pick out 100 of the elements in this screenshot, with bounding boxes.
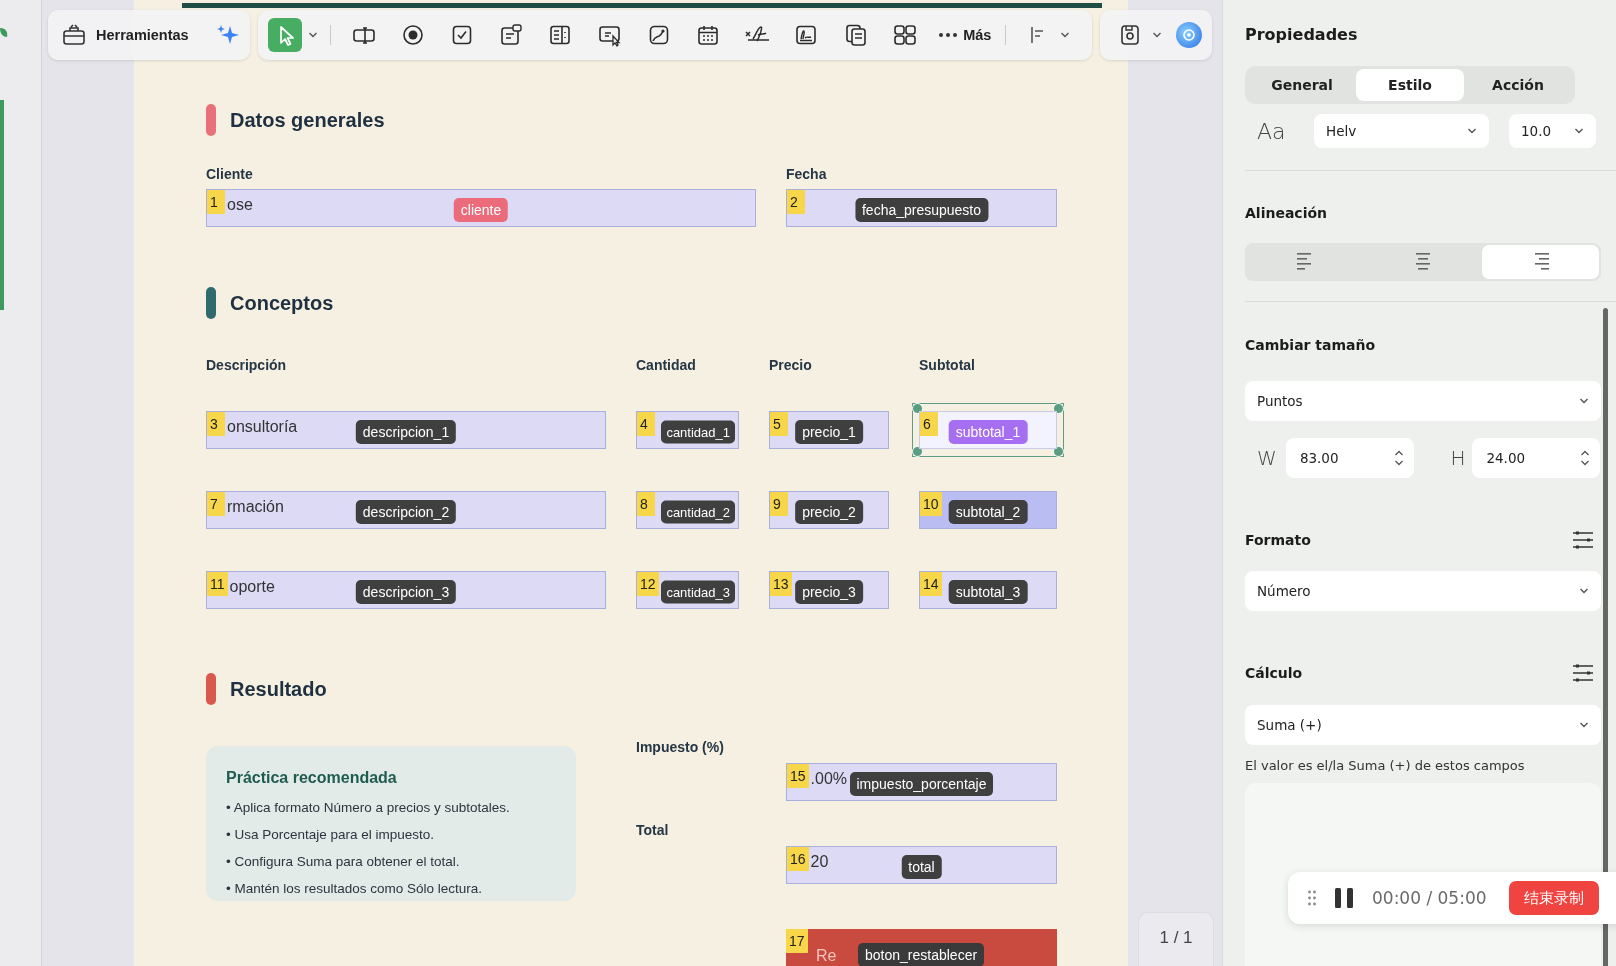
button-icon bbox=[597, 23, 622, 47]
form-field[interactable]: 12 cantidad_3 bbox=[636, 571, 739, 609]
width-label: W bbox=[1256, 446, 1278, 470]
pause-button[interactable] bbox=[1334, 888, 1354, 908]
form-field[interactable]: 14 subtotal_3 bbox=[919, 571, 1057, 609]
tip-item: • Mantén los resultados como Sólo lectura. bbox=[226, 881, 484, 898]
chevron-down-icon bbox=[1467, 127, 1477, 135]
field-label: Cliente bbox=[206, 165, 254, 183]
section-title: Cambiar tamaño bbox=[1245, 336, 1377, 355]
radio-icon bbox=[400, 23, 425, 47]
form-field[interactable]: 5 precio_1 bbox=[769, 411, 889, 449]
height-input[interactable]: 24.00 bbox=[1472, 438, 1600, 478]
font-dropdown[interactable]: Helv bbox=[1314, 114, 1489, 148]
drag-handle-icon[interactable] bbox=[1308, 890, 1316, 906]
sliders-icon[interactable] bbox=[1572, 529, 1594, 551]
tab[interactable]: General bbox=[1248, 69, 1356, 101]
field-value: rmación bbox=[227, 498, 284, 516]
chevron-down-icon bbox=[1579, 587, 1589, 595]
tab[interactable]: Acción bbox=[1464, 69, 1572, 101]
chevron-down-icon bbox=[1579, 721, 1589, 729]
field-tag: cliente bbox=[453, 198, 509, 222]
form-field[interactable]: 1 ose cliente bbox=[206, 189, 756, 227]
recording-time: 00:00 / 05:00 bbox=[1372, 888, 1487, 908]
form-field[interactable]: 7 rmación descripcion_2 bbox=[206, 491, 606, 529]
list-icon bbox=[499, 23, 524, 47]
font-icon: Aa bbox=[1245, 118, 1314, 144]
field-tag: impuesto_porcentaje bbox=[849, 772, 994, 796]
field-number: 12 bbox=[637, 572, 659, 596]
column-header: Precio bbox=[769, 356, 813, 374]
field-number: 16 bbox=[787, 847, 809, 871]
selection-frame[interactable]: 6 subtotal_1 bbox=[912, 403, 1064, 457]
form-field[interactable]: 6 subtotal_1 bbox=[919, 411, 1057, 449]
field-tag: precio_3 bbox=[795, 580, 863, 604]
tab[interactable]: Estilo bbox=[1356, 69, 1464, 101]
tip-item: • Usa Porcentaje para el impuesto. bbox=[226, 827, 436, 844]
field-value: 20 bbox=[810, 853, 829, 871]
field-number: 8 bbox=[637, 492, 655, 516]
save-icon bbox=[1119, 24, 1141, 46]
form-field[interactable]: 9 precio_2 bbox=[769, 491, 889, 529]
form-field[interactable]: 3 onsultoría descripcion_1 bbox=[206, 411, 606, 449]
form-field[interactable]: 13 precio_3 bbox=[769, 571, 889, 609]
field-tag: cantidad_2 bbox=[661, 500, 735, 524]
toolbox-icon bbox=[62, 23, 86, 47]
unit-dropdown[interactable]: Puntos bbox=[1245, 381, 1601, 421]
field-number: 4 bbox=[637, 412, 655, 436]
field-number: 1 bbox=[207, 190, 225, 214]
field-number: 13 bbox=[770, 572, 792, 596]
field-label: Fecha bbox=[786, 165, 828, 183]
form-field[interactable]: 4 cantidad_1 bbox=[636, 411, 739, 449]
size-dropdown[interactable]: 10.0 bbox=[1509, 114, 1596, 148]
panel-title: Propiedades bbox=[1245, 24, 1359, 46]
align-option[interactable] bbox=[1481, 245, 1599, 279]
field-tag: subtotal_1 bbox=[948, 420, 1028, 444]
field-number: 14 bbox=[920, 572, 942, 596]
more-icon bbox=[939, 33, 958, 37]
chevron-down-icon bbox=[1579, 397, 1589, 405]
more-button[interactable]: Más bbox=[939, 18, 992, 52]
tip-item: • Configura Suma para obtener el total. bbox=[226, 854, 461, 871]
field-number: 15 bbox=[787, 764, 809, 788]
form-field[interactable]: 8 cantidad_2 bbox=[636, 491, 739, 529]
field-number: 6 bbox=[920, 412, 938, 436]
stop-recording-button[interactable]: 结束录制 bbox=[1508, 881, 1599, 915]
pointer-tool[interactable] bbox=[268, 18, 302, 52]
form-field[interactable]: 16 20 total bbox=[786, 846, 1057, 884]
field-value: ose bbox=[227, 196, 253, 214]
chevron-down-icon bbox=[1574, 127, 1584, 135]
width-input[interactable]: 83.00 bbox=[1285, 438, 1415, 478]
field-value: onsultoría bbox=[227, 418, 298, 436]
format-dropdown[interactable]: Número bbox=[1245, 571, 1601, 611]
signature-box-icon bbox=[794, 23, 819, 47]
section-title: Cálculo bbox=[1245, 664, 1303, 683]
field-tag: fecha_presupuesto bbox=[854, 198, 989, 222]
field-tag: descripcion_2 bbox=[355, 500, 457, 524]
form-field[interactable]: 15 .00% impuesto_porcentaje bbox=[786, 763, 1057, 801]
assistant-button[interactable] bbox=[1176, 22, 1202, 48]
reset-button[interactable]: 17 Re boton_restablecer bbox=[786, 929, 1057, 966]
field-value: oporte bbox=[229, 578, 275, 596]
button-label: Re bbox=[816, 947, 837, 965]
section-heading: Datos generales bbox=[230, 108, 385, 132]
field-label: Impuesto (%) bbox=[636, 738, 725, 756]
field-number: 10 bbox=[920, 492, 942, 516]
page-counter: 1 / 1 bbox=[1138, 912, 1214, 966]
tip-title: Práctica recomendada bbox=[226, 769, 398, 787]
combo-box-icon bbox=[548, 23, 573, 47]
stepper-icon[interactable] bbox=[1394, 449, 1405, 467]
calculation-dropdown[interactable]: Suma (+) bbox=[1245, 705, 1601, 745]
field-number: 7 bbox=[207, 492, 225, 516]
field-tag: cantidad_1 bbox=[661, 420, 735, 444]
form-field[interactable]: 10 subtotal_2 bbox=[919, 491, 1057, 529]
sliders-icon[interactable] bbox=[1572, 662, 1594, 684]
stepper-icon[interactable] bbox=[1580, 449, 1590, 467]
form-field[interactable]: 2 fecha_presupuesto bbox=[786, 189, 1057, 227]
section-heading: Resultado bbox=[230, 677, 327, 701]
field-tag: total bbox=[901, 855, 942, 879]
scrollbar[interactable] bbox=[1603, 308, 1608, 966]
leaf-icon bbox=[0, 26, 8, 38]
form-field[interactable]: 11 oporte descripcion_3 bbox=[206, 571, 606, 609]
field-value: .00% bbox=[810, 770, 848, 788]
grid-icon bbox=[892, 23, 917, 47]
field-number: 17 bbox=[786, 929, 808, 953]
